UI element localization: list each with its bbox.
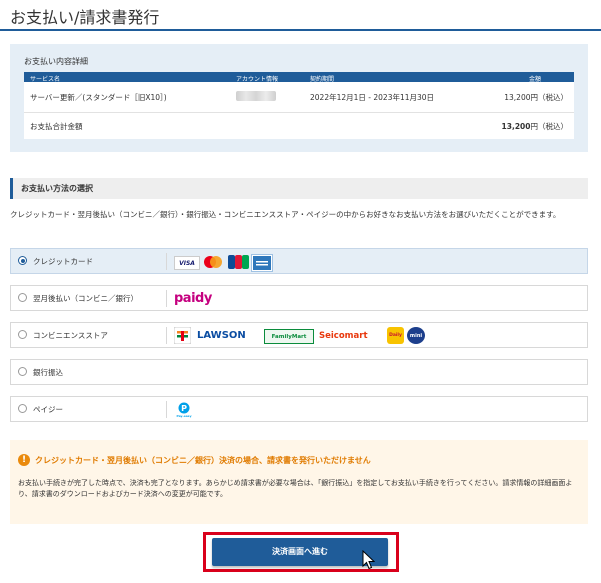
lawson-logo-icon: LAWSON — [197, 330, 246, 341]
option-label: ペイジー — [33, 405, 63, 414]
option-bank-transfer[interactable]: 銀行振込 — [10, 359, 588, 385]
radio-pay-easy[interactable] — [18, 404, 27, 413]
amex-logo-icon — [251, 254, 273, 272]
familymart-logo-icon: FamilyMart — [264, 329, 314, 344]
seven-eleven-logo-icon — [174, 327, 191, 344]
contract-period: 2022年12月1日 - 2023年11月30日 — [310, 93, 435, 102]
radio-convenience-store[interactable] — [18, 330, 27, 339]
payment-detail-box: お支払い内容詳細 サービス名 アカウント情報 契約期間 金額 サーバー更新／(ス… — [10, 44, 588, 152]
mastercard-logo-icon — [201, 255, 225, 269]
option-convenience-store[interactable]: コンビニエンスストア LAWSON FamilyMart Seicomart D… — [10, 322, 588, 348]
ministop-logo-icon: mini — [407, 327, 425, 344]
option-label: クレジットカード — [33, 257, 93, 266]
daily-yamazaki-logo-icon: Daily — [387, 327, 404, 344]
detail-heading: お支払い内容詳細 — [24, 57, 88, 66]
method-heading: お支払い方法の選択 — [10, 178, 588, 199]
option-separator — [166, 253, 167, 270]
option-pay-easy[interactable]: ペイジー P Pay-easy — [10, 396, 588, 422]
mouse-cursor-icon — [362, 549, 376, 574]
option-label: 銀行振込 — [33, 368, 63, 377]
payment-method-section: お支払い方法の選択 クレジットカード・翌月後払い（コンビニ／銀行）・銀行振込・コ… — [10, 178, 588, 219]
option-separator — [166, 327, 167, 344]
option-credit-card[interactable]: クレジットカード VISA — [10, 248, 588, 274]
option-separator — [166, 401, 167, 418]
radio-bank-transfer[interactable] — [18, 367, 27, 376]
radio-deferred-payment[interactable] — [18, 293, 27, 302]
service-name: サーバー更新／(スタンダード［旧X10］) — [30, 93, 167, 102]
detail-table: サービス名 アカウント情報 契約期間 金額 サーバー更新／(スタンダード［旧X1… — [24, 72, 574, 139]
svg-text:P: P — [181, 404, 187, 413]
total-amount-unit: 円（税込） — [530, 122, 569, 131]
total-amount-value: 13,200 — [501, 122, 531, 131]
pay-easy-logo-icon: P Pay-easy — [174, 400, 194, 420]
row-amount: 13,200円（税込） — [504, 93, 568, 102]
option-separator — [166, 290, 167, 307]
warning-title: クレジットカード・翌月後払い（コンビニ／銀行）決済の場合、請求書を発行いただけま… — [35, 456, 371, 465]
jcb-logo-icon — [228, 255, 249, 269]
account-info-redacted — [236, 91, 276, 101]
total-amount: 13,200円（税込） — [502, 121, 568, 132]
option-label: コンビニエンスストア — [33, 331, 108, 340]
title-divider — [0, 29, 601, 31]
table-row: サーバー更新／(スタンダード［旧X10］) 2022年12月1日 - 2023年… — [24, 82, 574, 113]
warning-icon: ! — [18, 454, 30, 466]
total-row: お支払合計金額 13,200円（税込） — [24, 113, 574, 139]
option-label: 翌月後払い（コンビニ／銀行） — [33, 294, 138, 303]
option-deferred-payment[interactable]: 翌月後払い（コンビニ／銀行） paidy — [10, 285, 588, 311]
detail-table-header: サービス名 アカウント情報 契約期間 金額 — [24, 72, 574, 83]
radio-credit-card[interactable] — [18, 256, 27, 265]
seicomart-logo-icon: Seicomart — [319, 330, 368, 341]
page-title: お支払い/請求書発行 — [10, 8, 160, 27]
visa-logo-icon: VISA — [174, 256, 200, 270]
method-description: クレジットカード・翌月後払い（コンビニ／銀行）・銀行振込・コンビニエンスストア・… — [10, 210, 561, 219]
paidy-logo-icon: paidy — [174, 291, 212, 306]
warning-body: お支払い手続きが完了した時点で、決済も完了となります。あらかじめ請求書が必要な場… — [18, 479, 573, 498]
warning-box: ! クレジットカード・翌月後払い（コンビニ／銀行）決済の場合、請求書を発行いただ… — [10, 440, 588, 524]
total-label: お支払合計金額 — [30, 122, 83, 131]
pay-easy-logo-text: Pay-easy — [176, 414, 192, 418]
